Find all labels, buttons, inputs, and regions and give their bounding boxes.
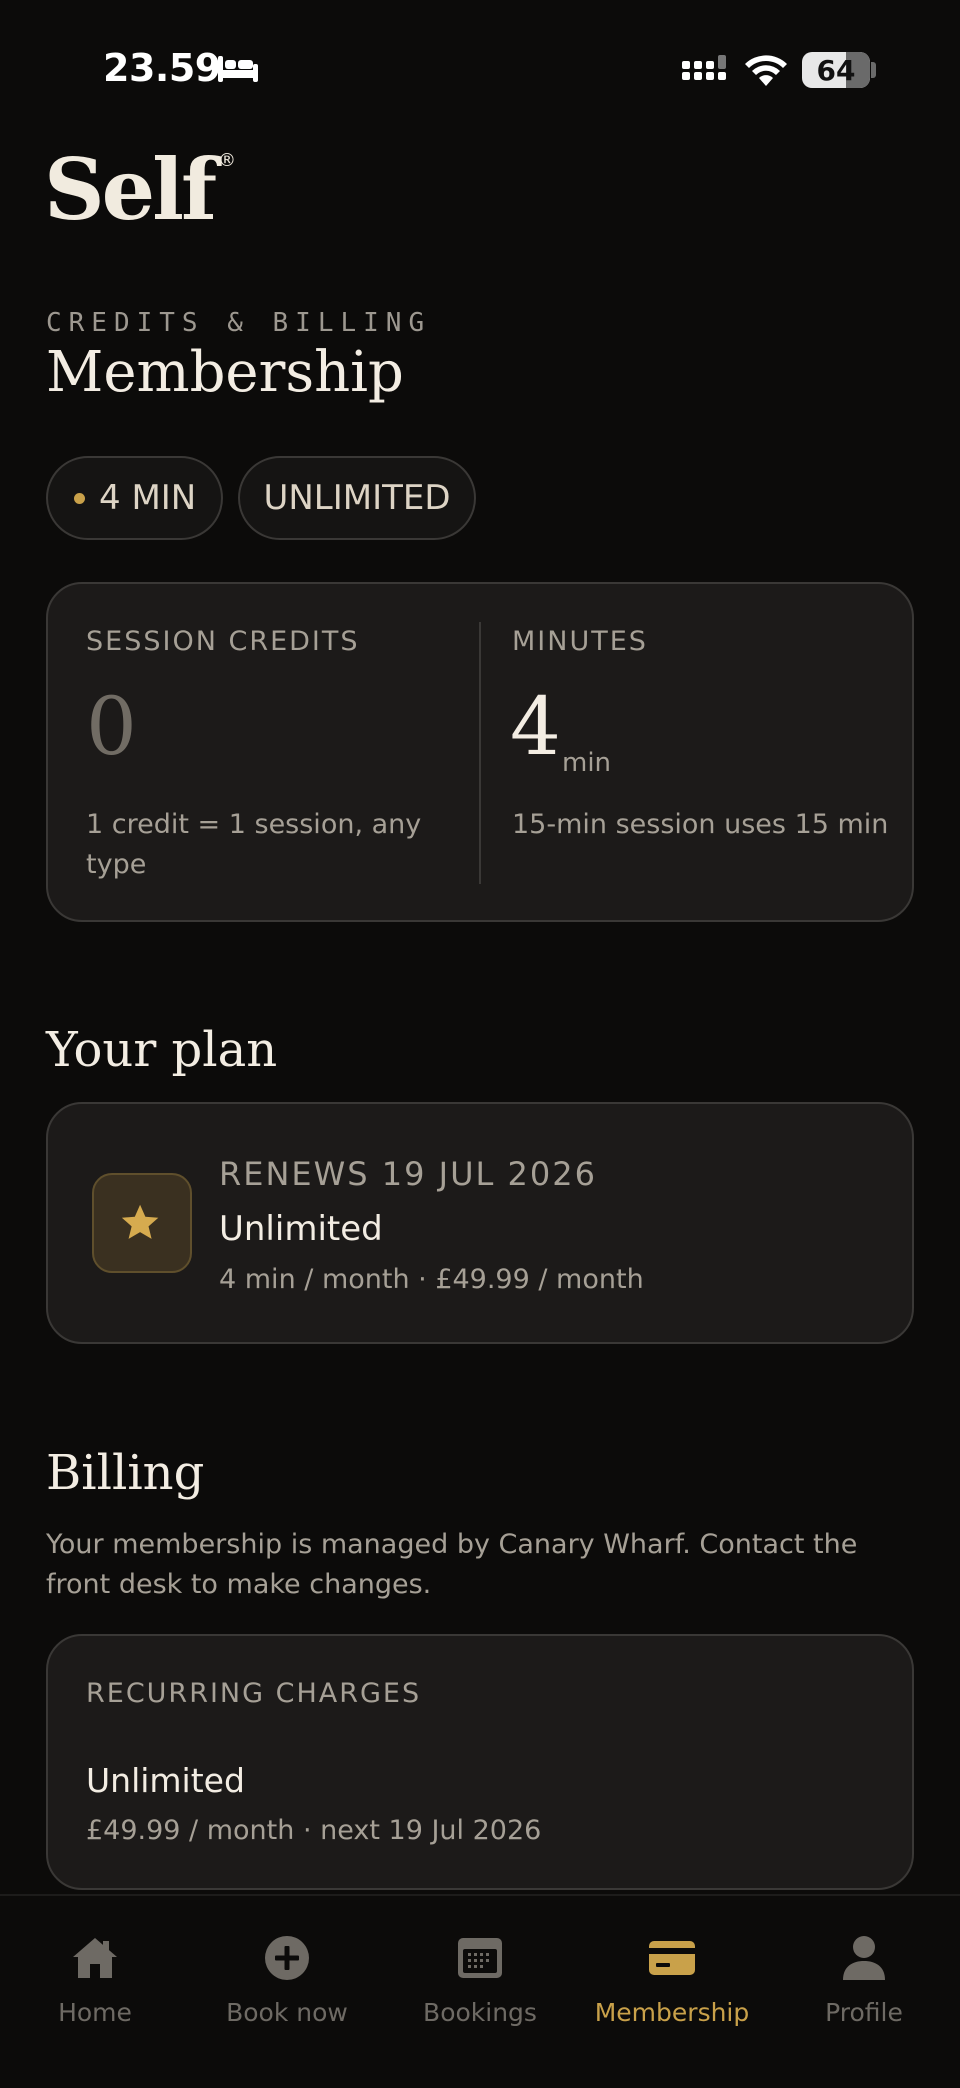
page-title: Membership (46, 340, 404, 405)
star-icon (121, 1204, 159, 1239)
plan-detail: 4 min / month · £49.99 / month (219, 1264, 644, 1295)
plus-circle-icon (265, 1936, 309, 1980)
charge-name: Unlimited (86, 1761, 245, 1800)
nav-item-home[interactable]: Home (5, 1932, 185, 2027)
bottom-nav: Home Book now Bookings Membership Profil… (0, 1894, 960, 2088)
battery-indicator: 64 (802, 52, 870, 88)
person-icon (843, 1936, 885, 1980)
billing-title: Billing (46, 1445, 205, 1501)
your-plan-title: Your plan (46, 1022, 278, 1078)
minutes-label: MINUTES (512, 626, 648, 657)
session-credits-value: 0 (86, 680, 137, 773)
plan-badge (92, 1173, 192, 1273)
nav-label-home: Home (58, 1998, 132, 2027)
session-credits-label: SESSION CREDITS (86, 626, 360, 657)
brand-logo: Self (44, 140, 217, 239)
minutes-note: 15-min session uses 15 min (512, 809, 889, 840)
nav-label-book-now: Book now (226, 1998, 348, 2027)
status-dot (74, 492, 85, 504)
bed-icon (218, 56, 258, 82)
session-credits-note-2: type (86, 849, 147, 880)
minutes-chip-label: 4 MIN (99, 478, 197, 518)
nav-item-bookings[interactable]: Bookings (390, 1932, 570, 2027)
battery-level: 64 (816, 54, 856, 87)
status-time: 23.59 (103, 46, 221, 90)
minutes-unit: min (562, 748, 612, 778)
home-icon (73, 1938, 117, 1978)
nav-label-membership: Membership (594, 1998, 750, 2027)
wifi-icon (745, 55, 787, 86)
charge-detail: £49.99 / month · next 19 Jul 2026 (86, 1815, 542, 1846)
plan-chip: UNLIMITED (238, 456, 476, 540)
recurring-charges-label: RECURRING CHARGES (86, 1678, 422, 1709)
nav-item-profile[interactable]: Profile (774, 1932, 954, 2027)
cellular-signal-icon (682, 55, 726, 80)
page-eyebrow: CREDITS & BILLING (46, 308, 432, 338)
nav-label-bookings: Bookings (423, 1998, 537, 2027)
card-icon (649, 1941, 695, 1975)
minutes-value: 4 (510, 680, 561, 773)
nav-item-membership[interactable]: Membership (582, 1932, 762, 2027)
minutes-chip: 4 MIN (46, 456, 223, 540)
plan-chip-label: UNLIMITED (263, 478, 451, 518)
calendar-icon (458, 1938, 502, 1978)
plan-name: Unlimited (219, 1209, 383, 1249)
battery-cap (871, 62, 876, 78)
plan-renewal-date: RENEWS 19 JUL 2026 (219, 1155, 597, 1193)
registered-mark: ® (218, 150, 236, 171)
session-credits-note-1: 1 credit = 1 session, any (86, 809, 422, 840)
nav-item-book-now[interactable]: Book now (197, 1932, 377, 2027)
credits-divider (479, 622, 481, 884)
billing-description: Your membership is managed by Canary Wha… (46, 1529, 858, 1600)
nav-label-profile: Profile (825, 1998, 903, 2027)
